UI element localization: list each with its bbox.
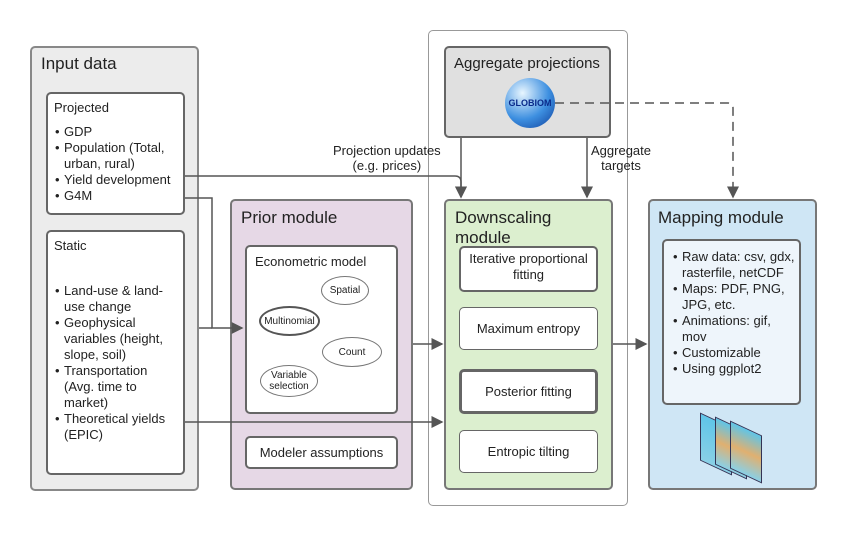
connector-arrows [185, 102, 739, 428]
diagram: Input data Projected GDP Population (Tot… [0, 0, 846, 536]
arrow-yield-to-downscaling [185, 175, 467, 199]
arrow-g4m-to-prior [185, 197, 244, 334]
arrow-globiom-to-mapping [555, 102, 739, 199]
